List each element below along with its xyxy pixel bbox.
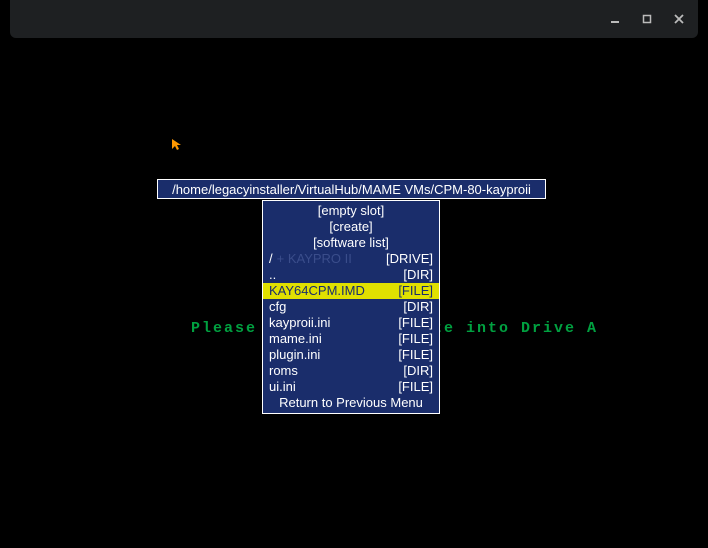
- minimize-icon: [610, 14, 620, 24]
- file-type: [FILE]: [398, 331, 433, 347]
- file-name: cfg: [269, 299, 286, 315]
- menu-software-list[interactable]: [software list]: [263, 235, 439, 251]
- emulator-screen: Please insert a diskette into Drive A /h…: [0, 38, 708, 548]
- file-entry[interactable]: roms [DIR]: [263, 363, 439, 379]
- minimize-button[interactable]: [608, 12, 622, 26]
- file-name: ..: [269, 267, 276, 283]
- file-entry-root[interactable]: / + KAYPRO II [DRIVE]: [263, 251, 439, 267]
- file-name: ui.ini: [269, 379, 296, 395]
- menu-label: [software list]: [313, 235, 389, 251]
- file-type: [DIR]: [403, 299, 433, 315]
- menu-create[interactable]: [create]: [263, 219, 439, 235]
- file-entry[interactable]: plugin.ini [FILE]: [263, 347, 439, 363]
- current-path-bar: /home/legacyinstaller/VirtualHub/MAME VM…: [157, 179, 546, 199]
- file-type: [DIR]: [403, 363, 433, 379]
- close-button[interactable]: [672, 12, 686, 26]
- ghost-text: + KAYPRO II: [277, 251, 352, 267]
- menu-label: [empty slot]: [318, 203, 384, 219]
- file-type: [DRIVE]: [386, 251, 433, 267]
- file-manager-menu[interactable]: [empty slot] [create] [software list] / …: [262, 200, 440, 414]
- file-type: [FILE]: [398, 379, 433, 395]
- menu-label: Return to Previous Menu: [279, 395, 423, 411]
- file-type: [FILE]: [398, 347, 433, 363]
- current-path-text: /home/legacyinstaller/VirtualHub/MAME VM…: [172, 182, 531, 197]
- mouse-cursor-icon: [172, 139, 182, 154]
- close-icon: [674, 14, 684, 24]
- file-entry[interactable]: mame.ini [FILE]: [263, 331, 439, 347]
- file-name: mame.ini: [269, 331, 322, 347]
- menu-return-previous[interactable]: Return to Previous Menu: [263, 395, 439, 411]
- maximize-button[interactable]: [640, 12, 654, 26]
- file-name: kayproii.ini: [269, 315, 330, 331]
- file-type: [FILE]: [398, 315, 433, 331]
- file-entry[interactable]: ui.ini [FILE]: [263, 379, 439, 395]
- file-name: roms: [269, 363, 298, 379]
- file-type: [FILE]: [398, 283, 433, 299]
- file-name: plugin.ini: [269, 347, 320, 363]
- menu-empty-slot[interactable]: [empty slot]: [263, 203, 439, 219]
- file-name: /: [269, 251, 273, 267]
- window-titlebar: [10, 0, 698, 38]
- file-entry[interactable]: cfg [DIR]: [263, 299, 439, 315]
- file-entry[interactable]: kayproii.ini [FILE]: [263, 315, 439, 331]
- file-type: [DIR]: [403, 267, 433, 283]
- maximize-icon: [642, 14, 652, 24]
- menu-label: [create]: [329, 219, 372, 235]
- file-entry-selected[interactable]: KAY64CPM.IMD [FILE]: [263, 283, 439, 299]
- file-entry-parent[interactable]: .. [DIR]: [263, 267, 439, 283]
- file-name: KAY64CPM.IMD: [269, 283, 365, 299]
